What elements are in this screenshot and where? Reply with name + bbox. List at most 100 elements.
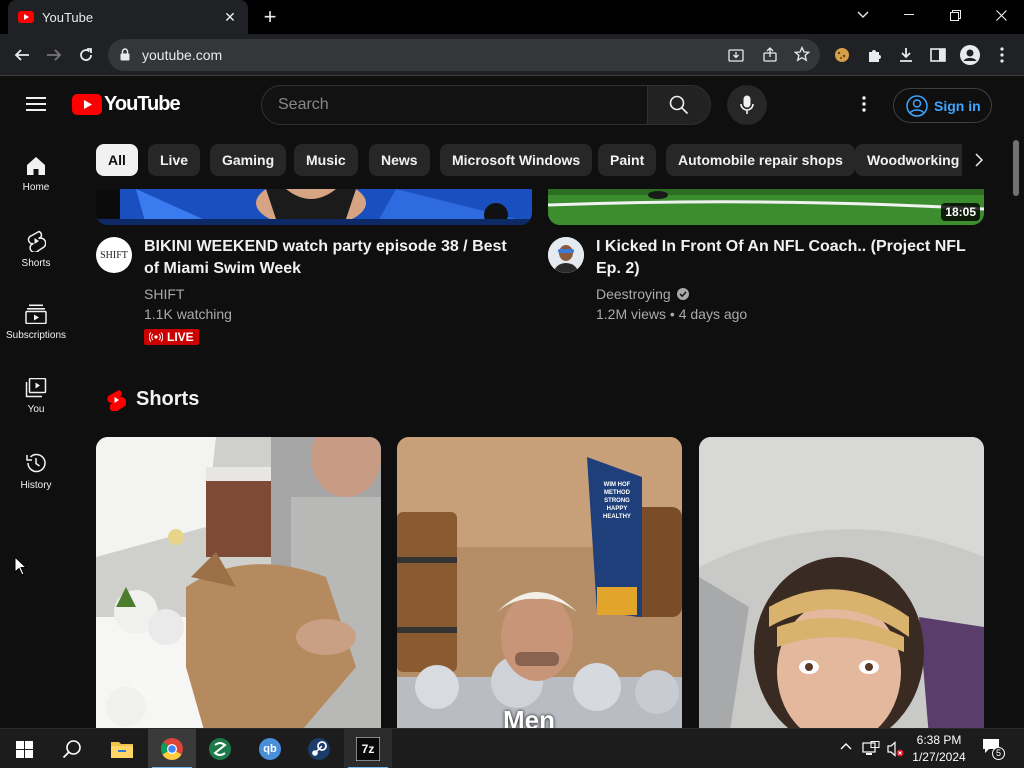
tab-search-chevron-icon[interactable]	[840, 0, 886, 30]
video-stats: 1.1K watching	[144, 306, 232, 322]
restore-button[interactable]	[932, 0, 978, 30]
youtube-logo[interactable]: YouTube	[72, 93, 181, 116]
taskbar-app-green[interactable]	[196, 729, 244, 768]
sign-in-button[interactable]: Sign in	[893, 88, 992, 123]
channel-name-row[interactable]: Deestroying	[596, 284, 690, 304]
extensions-puzzle-icon[interactable]	[861, 42, 887, 68]
minimize-button[interactable]	[886, 0, 932, 30]
tab-title: YouTube	[42, 9, 94, 25]
video-duration: 18:05	[941, 203, 980, 221]
show-hidden-icons-chevron-icon[interactable]	[840, 742, 852, 750]
search-input[interactable]	[278, 96, 638, 114]
chip-paint[interactable]: Paint	[598, 144, 657, 176]
sidebar-item-label: You	[27, 404, 45, 415]
search-box[interactable]	[261, 85, 648, 125]
windows-taskbar: qb 7z 6:38 PM 1/27/2024 5	[0, 728, 1024, 768]
folder-icon	[111, 742, 133, 758]
taskbar-app-file-explorer[interactable]	[98, 729, 146, 768]
chip-woodworking[interactable]: Woodworking	[855, 144, 972, 176]
address-bar[interactable]: youtube.com	[108, 39, 820, 71]
windows-logo-icon	[15, 740, 33, 758]
taskbar-clock[interactable]: 6:38 PM 1/27/2024	[908, 732, 970, 766]
network-icon[interactable]	[862, 741, 880, 757]
side-panel-icon[interactable]	[925, 42, 951, 68]
sign-in-label: Sign in	[934, 97, 981, 114]
chip-gaming[interactable]: Gaming	[210, 144, 287, 176]
page-scrollbar-thumb[interactable]	[1013, 140, 1019, 196]
short-thumbnail[interactable]: WIM HOF METHOD STRONG HAPPY HEALTHY Men	[397, 437, 682, 728]
chip-microsoft-windows[interactable]: Microsoft Windows	[440, 144, 593, 176]
shorts-icon	[27, 230, 46, 252]
browser-menu-icon[interactable]	[989, 42, 1015, 68]
search-button[interactable]	[647, 85, 711, 125]
close-tab-icon[interactable]: ✕	[222, 9, 238, 25]
chip-news[interactable]: News	[369, 144, 430, 176]
sidebar-item-home[interactable]: Home	[0, 138, 72, 212]
channel-name[interactable]: SHIFT	[144, 284, 184, 304]
chips-next-button[interactable]	[962, 144, 996, 176]
home-icon	[27, 157, 45, 175]
start-button[interactable]	[0, 729, 48, 768]
search-icon	[669, 95, 689, 115]
channel-avatar-image	[548, 237, 584, 273]
browser-tab-youtube[interactable]: YouTube ✕	[8, 0, 248, 34]
sidebar-item-history[interactable]: History	[0, 434, 72, 508]
action-center-button[interactable]: 5	[982, 738, 1006, 760]
chevron-right-icon	[975, 153, 983, 167]
taskbar-app-7zip[interactable]: 7z	[344, 729, 392, 768]
taskbar-app-steam[interactable]	[295, 729, 343, 768]
short-caption: Men	[503, 705, 555, 728]
reload-button[interactable]	[73, 42, 99, 68]
sidebar-item-label: Subscriptions	[5, 330, 67, 341]
notification-count-badge: 5	[992, 747, 1005, 760]
history-icon	[26, 453, 46, 473]
steam-icon	[308, 738, 330, 760]
browser-tab-strip: YouTube ✕ +	[0, 0, 1024, 34]
video-thumbnail[interactable]: 18:05	[548, 189, 984, 225]
share-icon[interactable]	[762, 47, 778, 63]
browser-toolbar: youtube.com	[0, 34, 1024, 76]
taskbar-search-button[interactable]	[48, 729, 96, 768]
chip-live[interactable]: Live	[148, 144, 201, 176]
voice-search-button[interactable]	[727, 85, 767, 125]
video-stats: 1.2M views • 4 days ago	[596, 306, 748, 322]
live-broadcast-icon	[149, 332, 163, 342]
profile-icon[interactable]	[957, 42, 983, 68]
channel-avatar[interactable]: SHIFT	[96, 237, 132, 273]
channel-name[interactable]: Deestroying	[596, 284, 671, 304]
video-title[interactable]: BIKINI WEEKEND watch party episode 38 / …	[144, 236, 524, 280]
hamburger-menu-icon[interactable]	[26, 97, 46, 111]
sidebar-item-subscriptions[interactable]: Subscriptions	[0, 286, 72, 360]
cookie-extension-icon[interactable]	[829, 42, 855, 68]
chrome-icon	[160, 738, 183, 760]
shorts-heading: Shorts	[136, 388, 200, 410]
short-thumbnail[interactable]	[699, 437, 984, 728]
video-thumbnail[interactable]	[96, 189, 532, 225]
chip-music[interactable]: Music	[294, 144, 358, 176]
chip-all[interactable]: All	[96, 144, 138, 176]
install-app-icon[interactable]	[728, 47, 744, 63]
7zip-label: 7z	[361, 742, 375, 756]
chip-automobile-repair-shops[interactable]: Automobile repair shops	[666, 144, 855, 176]
sidebar-item-shorts[interactable]: Shorts	[0, 212, 72, 286]
forward-button[interactable]	[41, 42, 67, 68]
taskbar-app-chrome[interactable]	[148, 729, 196, 768]
close-window-button[interactable]	[978, 0, 1024, 30]
account-circle-icon	[906, 94, 928, 117]
new-tab-button[interactable]: +	[260, 6, 280, 28]
channel-avatar[interactable]	[548, 237, 584, 273]
volume-muted-icon[interactable]	[886, 740, 904, 758]
channel-avatar-text: SHIFT	[100, 249, 128, 261]
shorts-logo-icon	[107, 389, 126, 411]
youtube-favicon-icon	[18, 11, 34, 23]
back-button[interactable]	[9, 42, 35, 68]
lock-icon[interactable]	[120, 48, 130, 61]
sidebar-item-you[interactable]: You	[0, 360, 72, 434]
mouse-cursor-icon	[14, 556, 28, 576]
taskbar-app-qbittorrent[interactable]: qb	[246, 729, 294, 768]
video-title[interactable]: I Kicked In Front Of An NFL Coach.. (Pro…	[596, 236, 976, 280]
short-thumbnail[interactable]	[96, 437, 381, 728]
downloads-icon[interactable]	[893, 42, 919, 68]
settings-more-icon[interactable]	[862, 95, 866, 113]
bookmark-star-icon[interactable]	[794, 46, 810, 62]
